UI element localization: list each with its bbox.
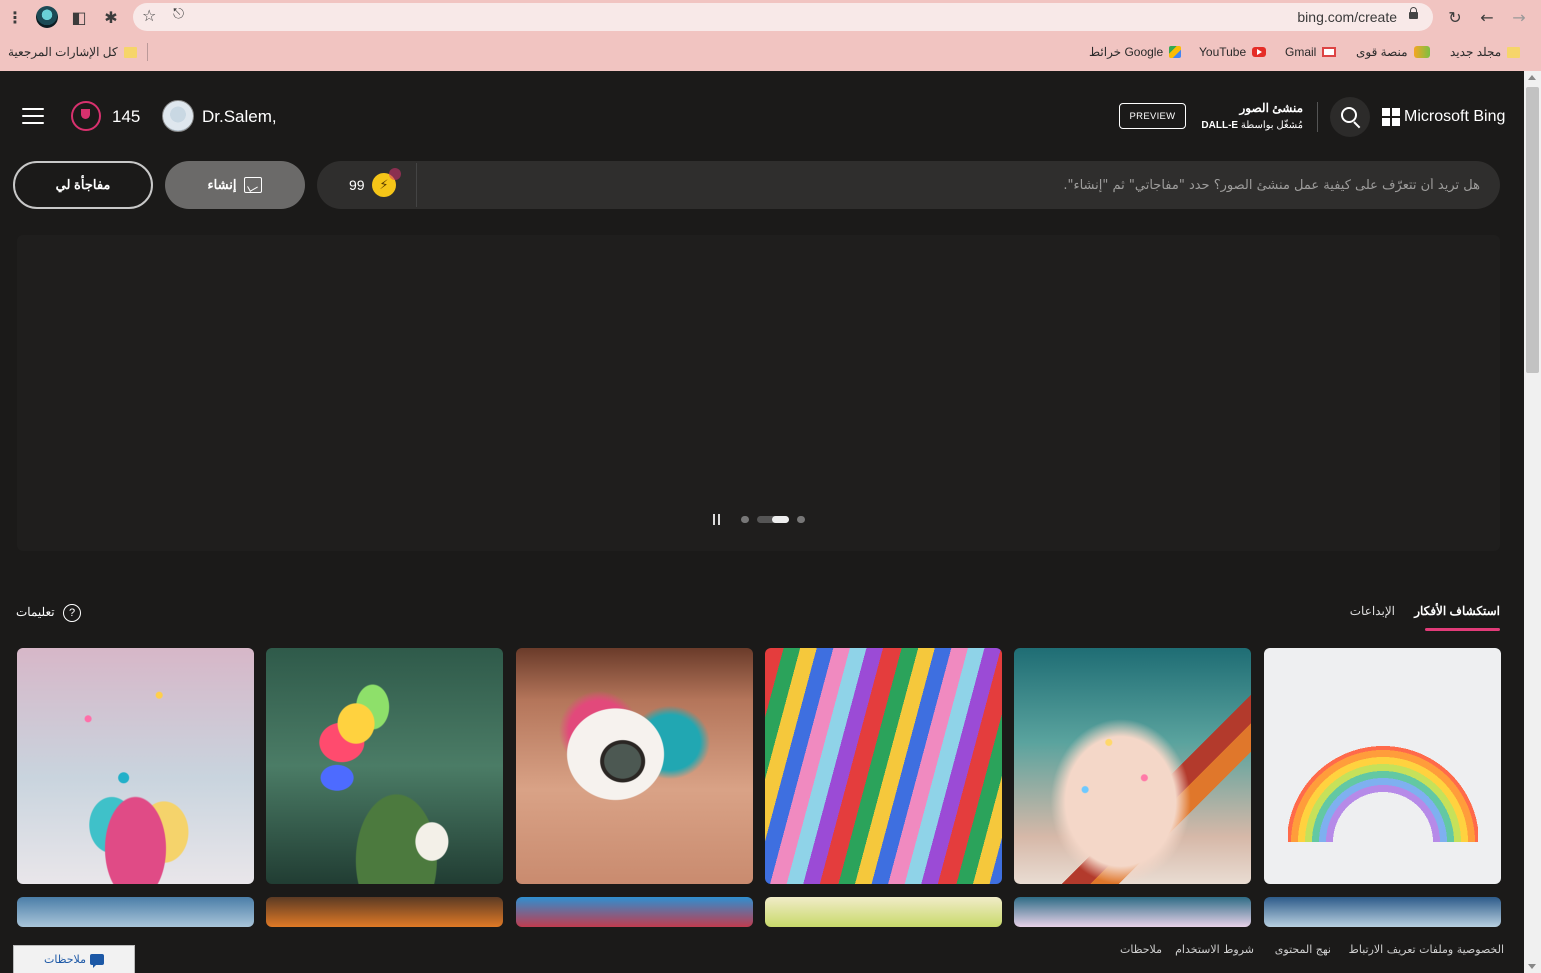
bookmark-star-icon[interactable]: ☆ [142,6,156,25]
surprise-me-button[interactable]: مفاجأة لي [13,161,153,209]
tab-explore-ideas[interactable]: استكشاف الأفكار [1414,604,1500,618]
reload-icon[interactable]: ↻ [1444,6,1466,28]
all-bookmarks[interactable]: كل الإشارات المرجعية [8,45,137,59]
help-icon[interactable]: ? [63,604,81,622]
bookmark-youtube[interactable]: YouTube [1199,45,1267,59]
address-bar[interactable] [133,3,1433,31]
footer: الخصوصية وملفات تعريف الارتباط نهج المحت… [0,927,1524,973]
feedback-label: ملاحظات [44,953,86,966]
gmail-icon [1322,47,1337,57]
gallery-image[interactable] [17,897,254,927]
bookmark-label: خرائط Google [1089,45,1164,59]
footer-link-terms[interactable]: شروط الاستخدام [1175,943,1254,956]
microsoft-bing-brand[interactable]: Microsoft Bing [1404,108,1505,126]
profile-avatar-icon[interactable] [36,6,58,28]
prompt-divider [416,163,417,207]
boost-count[interactable]: 99 [349,177,365,193]
dalle-label: DALL-E [1201,120,1239,131]
gallery-image-colorful-ribbons[interactable] [765,648,1002,884]
folder-icon [1507,46,1521,58]
active-tab-indicator [1425,628,1500,631]
browser-menu-icon[interactable]: ⋮ [4,6,26,28]
browser-toolbar: ⋮ ◧ ✱ ☆ ⎋ bing.com/create ↻ ← → [0,0,1541,34]
scrollbar-thumb[interactable] [1526,87,1539,373]
gallery-image[interactable] [1014,897,1251,927]
chat-bubble-icon [90,954,104,968]
gallery-image[interactable] [765,897,1002,927]
rewards-trophy-icon[interactable] [71,101,101,131]
side-panel-icon[interactable]: ◧ [68,6,90,28]
user-avatar[interactable] [162,100,194,132]
powered-by-dalle: DALL-E مُشغّل بواسطة [1201,120,1303,131]
gallery-image[interactable] [516,897,753,927]
header-divider [1317,102,1318,132]
footer-link-feedback[interactable]: ملاحظات [1120,943,1162,956]
bookmark-label: YouTube [1199,45,1247,59]
pause-icon[interactable] [712,514,722,525]
preview-badge: PREVIEW [1119,103,1186,129]
boost-notification-dot [389,168,401,180]
image-creator-title: منشئ الصور [1239,101,1303,115]
gallery-image-glitter-pencil[interactable] [1014,648,1251,884]
gallery-image-eye-makeup[interactable] [516,648,753,884]
gallery-image-rainbow-butterfly[interactable] [266,648,503,884]
hero-carousel [17,235,1500,551]
prompt-input[interactable] [430,172,1480,198]
feedback-button[interactable]: ملاحظات [13,945,135,973]
gallery-image-paint-splash[interactable] [17,648,254,884]
bookmark-label: Gmail [1285,45,1317,59]
create-button[interactable]: إنشاء [165,161,305,209]
carousel-dot[interactable] [797,516,805,523]
folder-icon [123,46,137,58]
create-label: إنشاء [207,177,237,192]
microsoft-logo-icon[interactable] [1382,108,1400,126]
bookmark-new-folder[interactable]: مجلد جديد [1450,45,1521,59]
username[interactable]: Dr.Salem, [202,107,277,127]
gallery-image-paper-rainbow[interactable] [1264,648,1501,884]
gallery-image[interactable] [266,897,503,927]
qiwa-icon [1413,46,1430,58]
footer-link-privacy[interactable]: الخصوصية وملفات تعريف الارتباط [1349,943,1504,956]
scroll-down-arrow-icon[interactable] [1528,964,1536,969]
extensions-icon[interactable]: ✱ [100,6,122,28]
hamburger-menu-icon[interactable] [22,108,44,124]
image-create-icon [244,177,263,193]
bookmarks-bar: كل الإشارات المرجعية خرائط Google YouTub… [0,34,1541,71]
footer-link-content-policy[interactable]: نهج المحتوى [1275,943,1331,956]
bookmark-qiwa[interactable]: منصة قوى [1356,45,1430,59]
gallery-image[interactable] [1264,897,1501,927]
maps-icon [1169,46,1182,58]
rainbow-shape [1288,722,1478,842]
search-icon[interactable] [1330,97,1370,137]
scroll-up-arrow-icon[interactable] [1528,75,1536,80]
bookmark-gmail[interactable]: Gmail [1285,45,1337,59]
share-icon[interactable]: ⎋ [173,6,184,22]
lock-icon[interactable] [1408,7,1418,19]
back-arrow-icon[interactable]: ← [1476,6,1498,28]
url-text[interactable]: bing.com/create [1297,9,1397,25]
carousel-progress [772,516,789,523]
help-label[interactable]: تعليمات [16,605,55,619]
carousel-dot[interactable] [741,516,749,523]
bookmark-label: منصة قوى [1356,45,1408,59]
bookmark-label: مجلد جديد [1450,45,1502,59]
bookmarks-divider [147,43,148,61]
rewards-count[interactable]: 145 [112,107,140,127]
forward-arrow-icon[interactable]: → [1508,6,1530,28]
page-scrollbar[interactable] [1524,71,1541,973]
powered-by-label: مُشغّل بواسطة [1240,120,1303,131]
bookmark-google-maps[interactable]: خرائط Google [1089,45,1182,59]
all-bookmarks-label: كل الإشارات المرجعية [8,45,118,59]
tab-creations[interactable]: الإبداعات [1350,604,1395,618]
youtube-icon [1252,47,1267,57]
